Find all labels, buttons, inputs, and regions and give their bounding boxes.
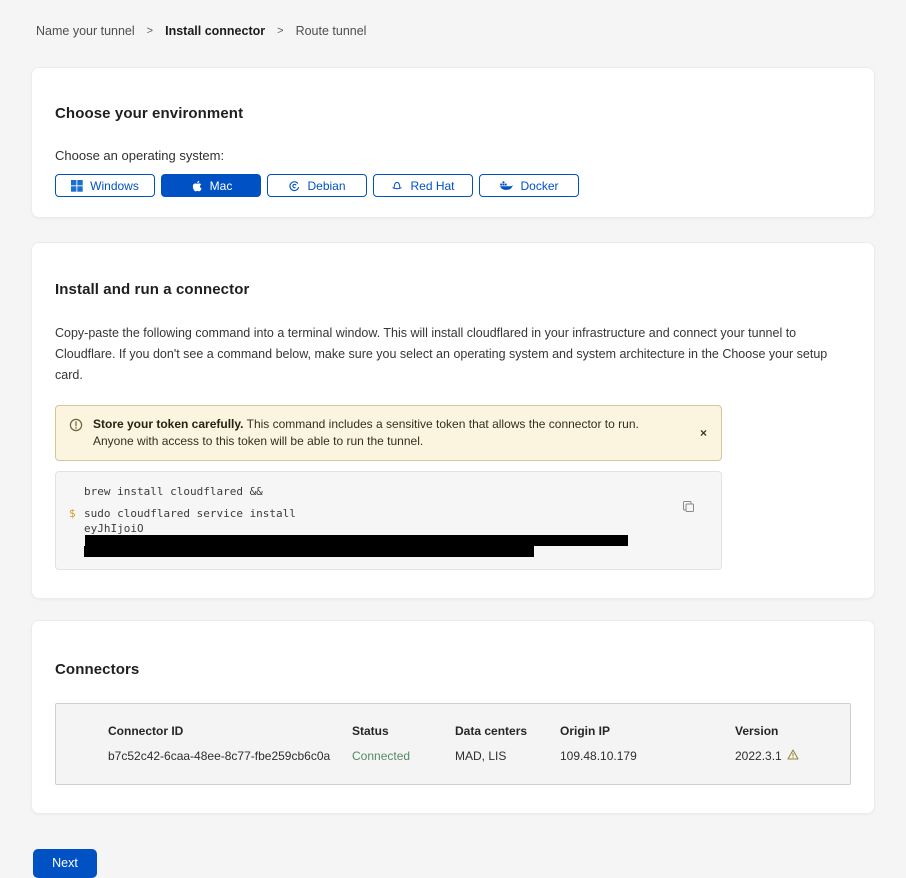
- breadcrumb-separator: >: [277, 25, 283, 37]
- os-button-label: Debian: [307, 179, 345, 193]
- breadcrumb: Name your tunnel > Install connector > R…: [0, 0, 906, 38]
- status-badge: Connected: [352, 749, 455, 763]
- code-line-2: $ sudo cloudflared service install: [56, 506, 681, 521]
- os-button-mac[interactable]: Mac: [161, 174, 261, 197]
- os-button-redhat[interactable]: Red Hat: [373, 174, 473, 197]
- debian-swirl-icon: [288, 180, 300, 192]
- col-status: Status: [352, 724, 455, 738]
- col-version: Version: [735, 724, 840, 738]
- close-icon[interactable]: ×: [700, 426, 707, 440]
- environment-card: Choose your environment Choose an operat…: [31, 67, 875, 218]
- breadcrumb-install-connector[interactable]: Install connector: [165, 24, 265, 38]
- col-origin-ip: Origin IP: [560, 724, 735, 738]
- os-button-docker[interactable]: Docker: [479, 174, 579, 197]
- connector-id-value: b7c52c42-6caa-48ee-8c77-fbe259cb6c0a: [108, 749, 352, 763]
- install-connector-card: Install and run a connector Copy-paste t…: [31, 242, 875, 599]
- connectors-card-title: Connectors: [55, 661, 851, 678]
- version-value: 2022.3.1: [735, 749, 840, 763]
- install-command-code-block: brew install cloudflared && $ sudo cloudf…: [55, 471, 722, 570]
- os-button-windows[interactable]: Windows: [55, 174, 155, 197]
- install-card-title: Install and run a connector: [55, 281, 851, 298]
- code-token-line: eyJhIjoiO: [56, 523, 681, 546]
- redacted-token-bar: [85, 535, 628, 546]
- col-data-centers: Data centers: [455, 724, 560, 738]
- warning-title: Store your token carefully.: [93, 417, 244, 431]
- breadcrumb-route-tunnel[interactable]: Route tunnel: [296, 24, 367, 38]
- redacted-token-bar: [84, 546, 534, 557]
- copy-icon[interactable]: [680, 498, 697, 518]
- token-prefix: eyJhIjoiO: [84, 522, 144, 535]
- next-button[interactable]: Next: [33, 849, 97, 878]
- windows-icon: [71, 180, 83, 192]
- install-instructions: Copy-paste the following command into a …: [55, 323, 849, 386]
- code-line-2-text: sudo cloudflared service install: [84, 507, 296, 520]
- breadcrumb-name-your-tunnel[interactable]: Name your tunnel: [36, 24, 135, 38]
- code-line-1: brew install cloudflared &&: [56, 484, 681, 499]
- data-centers-value: MAD, LIS: [455, 749, 560, 763]
- os-button-group: Windows Mac Debian Red Hat Docker: [55, 174, 851, 197]
- alert-circle-icon: [69, 418, 83, 437]
- connectors-table-header: Connector ID Status Data centers Origin …: [108, 724, 840, 738]
- redhat-icon: [391, 180, 403, 192]
- shell-prompt: $: [69, 506, 76, 521]
- col-connector-id: Connector ID: [108, 724, 352, 738]
- environment-card-title: Choose your environment: [55, 105, 851, 122]
- table-row: b7c52c42-6caa-48ee-8c77-fbe259cb6c0a Con…: [108, 749, 840, 763]
- connectors-card: Connectors Connector ID Status Data cent…: [31, 620, 875, 814]
- origin-ip-value: 109.48.10.179: [560, 749, 735, 763]
- breadcrumb-separator: >: [147, 25, 153, 37]
- os-select-label: Choose an operating system:: [55, 148, 851, 163]
- os-button-debian[interactable]: Debian: [267, 174, 367, 197]
- connectors-table: Connector ID Status Data centers Origin …: [55, 703, 851, 785]
- docker-whale-icon: [499, 180, 513, 191]
- apple-icon: [190, 179, 203, 193]
- os-button-label: Mac: [210, 179, 233, 193]
- token-warning-banner: Store your token carefully. This command…: [55, 405, 722, 461]
- os-button-label: Red Hat: [410, 179, 454, 193]
- warning-triangle-icon: [787, 749, 799, 763]
- os-button-label: Docker: [520, 179, 558, 193]
- os-button-label: Windows: [90, 179, 139, 193]
- version-number: 2022.3.1: [735, 749, 782, 763]
